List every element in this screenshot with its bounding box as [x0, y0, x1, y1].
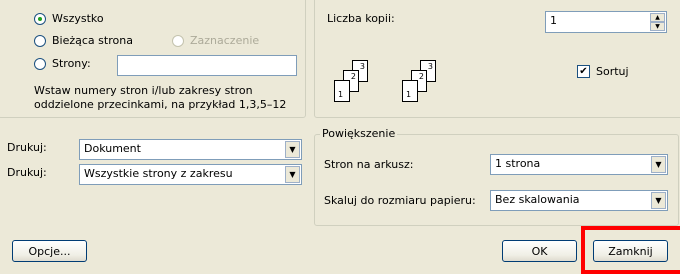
scale-select[interactable]: Bez skalowania ▼ — [490, 190, 668, 211]
collate-checkbox[interactable]: ✔ — [577, 65, 590, 78]
scale-value: Bez skalowania — [495, 193, 580, 206]
radio-current-page[interactable] — [34, 35, 46, 47]
print-range-label: Drukuj: — [7, 166, 47, 179]
highlight-box — [581, 226, 680, 274]
print-what-select[interactable]: Dokument ▼ — [79, 139, 302, 160]
radio-pages[interactable] — [34, 58, 46, 70]
ok-button[interactable]: OK — [502, 240, 577, 262]
radio-pages-label[interactable]: Strony: — [52, 57, 91, 70]
collate-label[interactable]: Sortuj — [596, 65, 629, 78]
options-button[interactable]: Opcje... — [12, 240, 87, 262]
zoom-legend: Powiększenie — [320, 127, 398, 140]
spin-down-icon[interactable]: ▼ — [650, 22, 665, 31]
radio-selection-label: Zaznaczenie — [190, 34, 260, 47]
chevron-down-icon[interactable]: ▼ — [285, 166, 300, 183]
print-what-label: Drukuj: — [7, 141, 47, 154]
pages-per-sheet-label: Stron na arkusz: — [324, 158, 414, 171]
chevron-down-icon[interactable]: ▼ — [651, 156, 666, 173]
page-icon: 1 — [334, 80, 350, 102]
radio-current-page-label[interactable]: Bieżąca strona — [52, 34, 133, 47]
radio-all-label[interactable]: Wszystko — [52, 12, 104, 25]
pages-input[interactable] — [117, 55, 297, 76]
radio-selection — [172, 35, 184, 47]
copies-spin-buttons[interactable]: ▲ ▼ — [650, 13, 665, 31]
pages-hint-line1: Wstaw numery stron i/lub zakresy stron — [34, 84, 253, 97]
pages-per-sheet-value: 1 strona — [495, 157, 541, 170]
pages-hint-line2: oddzielone przecinkami, na przykład 1,3,… — [34, 98, 287, 111]
copies-spinner[interactable]: 1 ▲ ▼ — [545, 11, 667, 33]
copies-value: 1 — [550, 14, 557, 27]
scale-label: Skaluj do rozmiaru papieru: — [324, 194, 476, 207]
chevron-down-icon[interactable]: ▼ — [285, 141, 300, 158]
pages-per-sheet-select[interactable]: 1 strona ▼ — [490, 154, 668, 175]
radio-all[interactable] — [34, 13, 46, 25]
chevron-down-icon[interactable]: ▼ — [651, 192, 666, 209]
print-range-value: Wszystkie strony z zakresu — [84, 167, 233, 180]
spin-up-icon[interactable]: ▲ — [650, 13, 665, 22]
print-range-select[interactable]: Wszystkie strony z zakresu ▼ — [79, 164, 302, 185]
copies-label: Liczba kopii: — [327, 12, 395, 25]
print-what-value: Dokument — [84, 142, 141, 155]
zoom-group — [314, 134, 679, 226]
page-icon: 1 — [402, 80, 418, 102]
